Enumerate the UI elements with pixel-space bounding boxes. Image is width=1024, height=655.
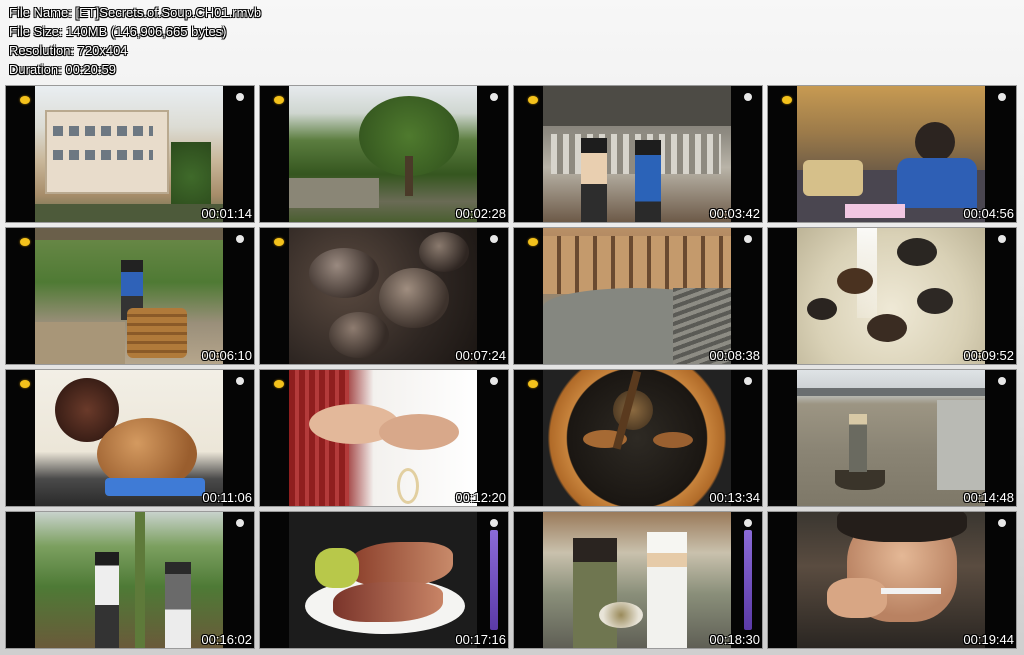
timestamp: 00:17:16 — [455, 632, 506, 647]
thumbnail-image — [289, 228, 477, 364]
thumbnail-image — [35, 86, 223, 222]
channel-logo-icon — [744, 234, 754, 244]
timestamp: 00:08:38 — [709, 348, 760, 363]
thumbnail-image — [543, 370, 731, 506]
timestamp: 00:12:20 — [455, 490, 506, 505]
timestamp: 00:06:10 — [201, 348, 252, 363]
thumbnail-4[interactable]: 00:04:56 — [768, 86, 1016, 222]
channel-logo-icon — [236, 518, 246, 528]
channel-logo-icon — [490, 518, 500, 528]
file-size-text: File Size: 140MB (146,906,665 bytes) — [9, 24, 227, 39]
timestamp: 00:02:28 — [455, 206, 506, 221]
thumbnail-1[interactable]: 00:01:14 — [6, 86, 254, 222]
thumbnail-7[interactable]: 00:08:38 — [514, 228, 762, 364]
timestamp: 00:19:44 — [963, 632, 1014, 647]
thumbnail-6[interactable]: 00:07:24 — [260, 228, 508, 364]
channel-logo-icon — [998, 376, 1008, 386]
file-info: File Name: [ET]Secrets.of.Soup.CH01.rmvb… — [9, 3, 261, 79]
caption-strip — [490, 530, 498, 630]
channel-logo-icon — [744, 376, 754, 386]
file-name-text: File Name: [ET]Secrets.of.Soup.CH01.rmvb — [9, 5, 262, 20]
thumbnail-16[interactable]: 00:19:44 — [768, 512, 1016, 648]
thumbnail-8[interactable]: 00:09:52 — [768, 228, 1016, 364]
thumbnail-12[interactable]: 00:14:48 — [768, 370, 1016, 506]
thumbnail-image — [543, 228, 731, 364]
thumbnail-15[interactable]: 00:18:30 — [514, 512, 762, 648]
resolution-text: Resolution: 720x404 — [9, 43, 128, 58]
channel-logo-icon — [744, 518, 754, 528]
channel-logo-icon — [998, 518, 1008, 528]
thumbnail-3[interactable]: 00:03:42 — [514, 86, 762, 222]
channel-logo-icon — [744, 92, 754, 102]
thumbnail-11[interactable]: 00:13:34 — [514, 370, 762, 506]
duration-text: Duration: 00:20:59 — [9, 62, 116, 77]
thumbnail-image — [289, 86, 477, 222]
thumbnail-10[interactable]: 00:12:20 — [260, 370, 508, 506]
thumbnail-13[interactable]: 00:16:02 — [6, 512, 254, 648]
timestamp: 00:14:48 — [963, 490, 1014, 505]
timestamp: 00:18:30 — [709, 632, 760, 647]
thumbnail-image — [797, 512, 985, 648]
thumbnail-14[interactable]: 00:17:16 — [260, 512, 508, 648]
channel-logo-icon — [236, 376, 246, 386]
timestamp: 00:01:14 — [201, 206, 252, 221]
caption-strip — [744, 530, 752, 630]
thumbnail-image — [289, 370, 477, 506]
thumbnail-image — [289, 512, 477, 648]
thumbnail-image — [543, 86, 731, 222]
thumbnail-2[interactable]: 00:02:28 — [260, 86, 508, 222]
timestamp: 00:09:52 — [963, 348, 1014, 363]
channel-logo-icon — [236, 234, 246, 244]
channel-logo-icon — [998, 234, 1008, 244]
thumbnail-image — [797, 86, 985, 222]
thumbnail-image — [797, 228, 985, 364]
thumbnail-image — [35, 370, 223, 506]
thumbnail-image — [543, 512, 731, 648]
timestamp: 00:03:42 — [709, 206, 760, 221]
channel-logo-icon — [490, 234, 500, 244]
thumbnail-9[interactable]: 00:11:06 — [6, 370, 254, 506]
timestamp: 00:13:34 — [709, 490, 760, 505]
timestamp: 00:11:06 — [202, 490, 252, 505]
thumbnail-image — [35, 228, 223, 364]
channel-logo-icon — [490, 92, 500, 102]
thumbnail-5[interactable]: 00:06:10 — [6, 228, 254, 364]
timestamp: 00:04:56 — [963, 206, 1014, 221]
timestamp: 00:07:24 — [455, 348, 506, 363]
channel-logo-icon — [236, 92, 246, 102]
timestamp: 00:16:02 — [201, 632, 252, 647]
channel-logo-icon — [490, 376, 500, 386]
channel-logo-icon — [998, 92, 1008, 102]
thumbnail-image — [35, 512, 223, 648]
thumbnail-image — [797, 370, 985, 506]
